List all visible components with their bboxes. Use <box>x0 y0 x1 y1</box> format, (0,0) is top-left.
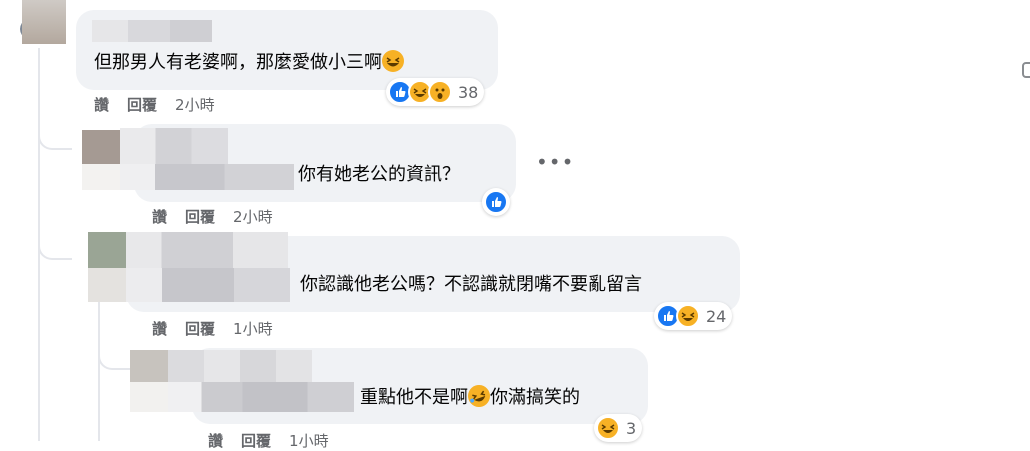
comment-text-part: 重點他不是啊 <box>360 387 468 408</box>
timestamp[interactable]: 2小時 <box>233 206 273 227</box>
avatar[interactable] <box>130 382 168 412</box>
timestamp[interactable]: 1小時 <box>233 318 273 339</box>
author-name[interactable] <box>92 20 212 42</box>
avatar[interactable] <box>82 130 120 164</box>
thread-connector <box>38 218 72 260</box>
comment-actions: 讚回覆 2小時 <box>152 206 291 227</box>
thread-connector <box>38 112 72 150</box>
like-button[interactable]: 讚 <box>152 318 167 339</box>
reply-button[interactable]: 回覆 <box>185 318 215 339</box>
grinning-squint-emoji-icon <box>382 50 404 72</box>
reaction-summary[interactable]: 3 <box>594 414 643 442</box>
reaction-summary[interactable]: 38 <box>386 78 485 106</box>
author-name[interactable] <box>126 232 288 268</box>
comment-actions: 讚回覆 2小時 <box>94 94 233 115</box>
haha-icon <box>596 416 620 440</box>
comment-text: 重點他不是啊 你滿搞笑的 <box>360 381 580 411</box>
reaction-summary[interactable] <box>482 188 510 216</box>
more-options-icon[interactable]: ••• <box>536 150 574 174</box>
author-name[interactable] <box>168 350 312 382</box>
reaction-summary[interactable]: 24 <box>654 302 733 330</box>
avatar[interactable] <box>88 232 126 268</box>
author-name[interactable] <box>120 164 294 190</box>
haha-icon <box>676 304 700 328</box>
comment-text-part: 你滿搞笑的 <box>490 387 580 408</box>
like-button[interactable]: 讚 <box>94 94 109 115</box>
reply-button[interactable]: 回覆 <box>185 206 215 227</box>
scroll-edge-icon[interactable] <box>1022 62 1030 78</box>
reaction-count: 3 <box>626 418 637 438</box>
author-name[interactable] <box>126 268 290 302</box>
avatar[interactable] <box>22 0 66 44</box>
like-icon <box>484 190 508 214</box>
wow-icon <box>428 80 452 104</box>
author-name[interactable] <box>168 382 354 412</box>
comment-text: 你有她老公的資訊？ <box>298 164 460 185</box>
avatar[interactable] <box>82 164 120 190</box>
rolling-laughing-emoji-icon <box>464 381 494 411</box>
reply-button[interactable]: 回覆 <box>127 94 157 115</box>
avatar[interactable] <box>88 268 126 302</box>
avatar[interactable] <box>130 350 168 382</box>
timestamp[interactable]: 2小時 <box>175 94 215 115</box>
comment-text-content: 但那男人有老婆啊，那麼愛做小三啊 <box>94 52 382 73</box>
thread-connector <box>98 330 132 370</box>
thread-line <box>98 300 100 441</box>
author-name[interactable] <box>120 128 228 164</box>
comment-text: 但那男人有老婆啊，那麼愛做小三啊 <box>94 50 404 75</box>
comment-text: 你認識他老公嗎？不認識就閉嘴不要亂留言 <box>300 274 642 295</box>
reaction-count: 24 <box>706 306 727 326</box>
reaction-count: 38 <box>458 82 479 102</box>
like-button[interactable]: 讚 <box>152 206 167 227</box>
comment-actions: 讚回覆 1小時 <box>152 318 291 339</box>
